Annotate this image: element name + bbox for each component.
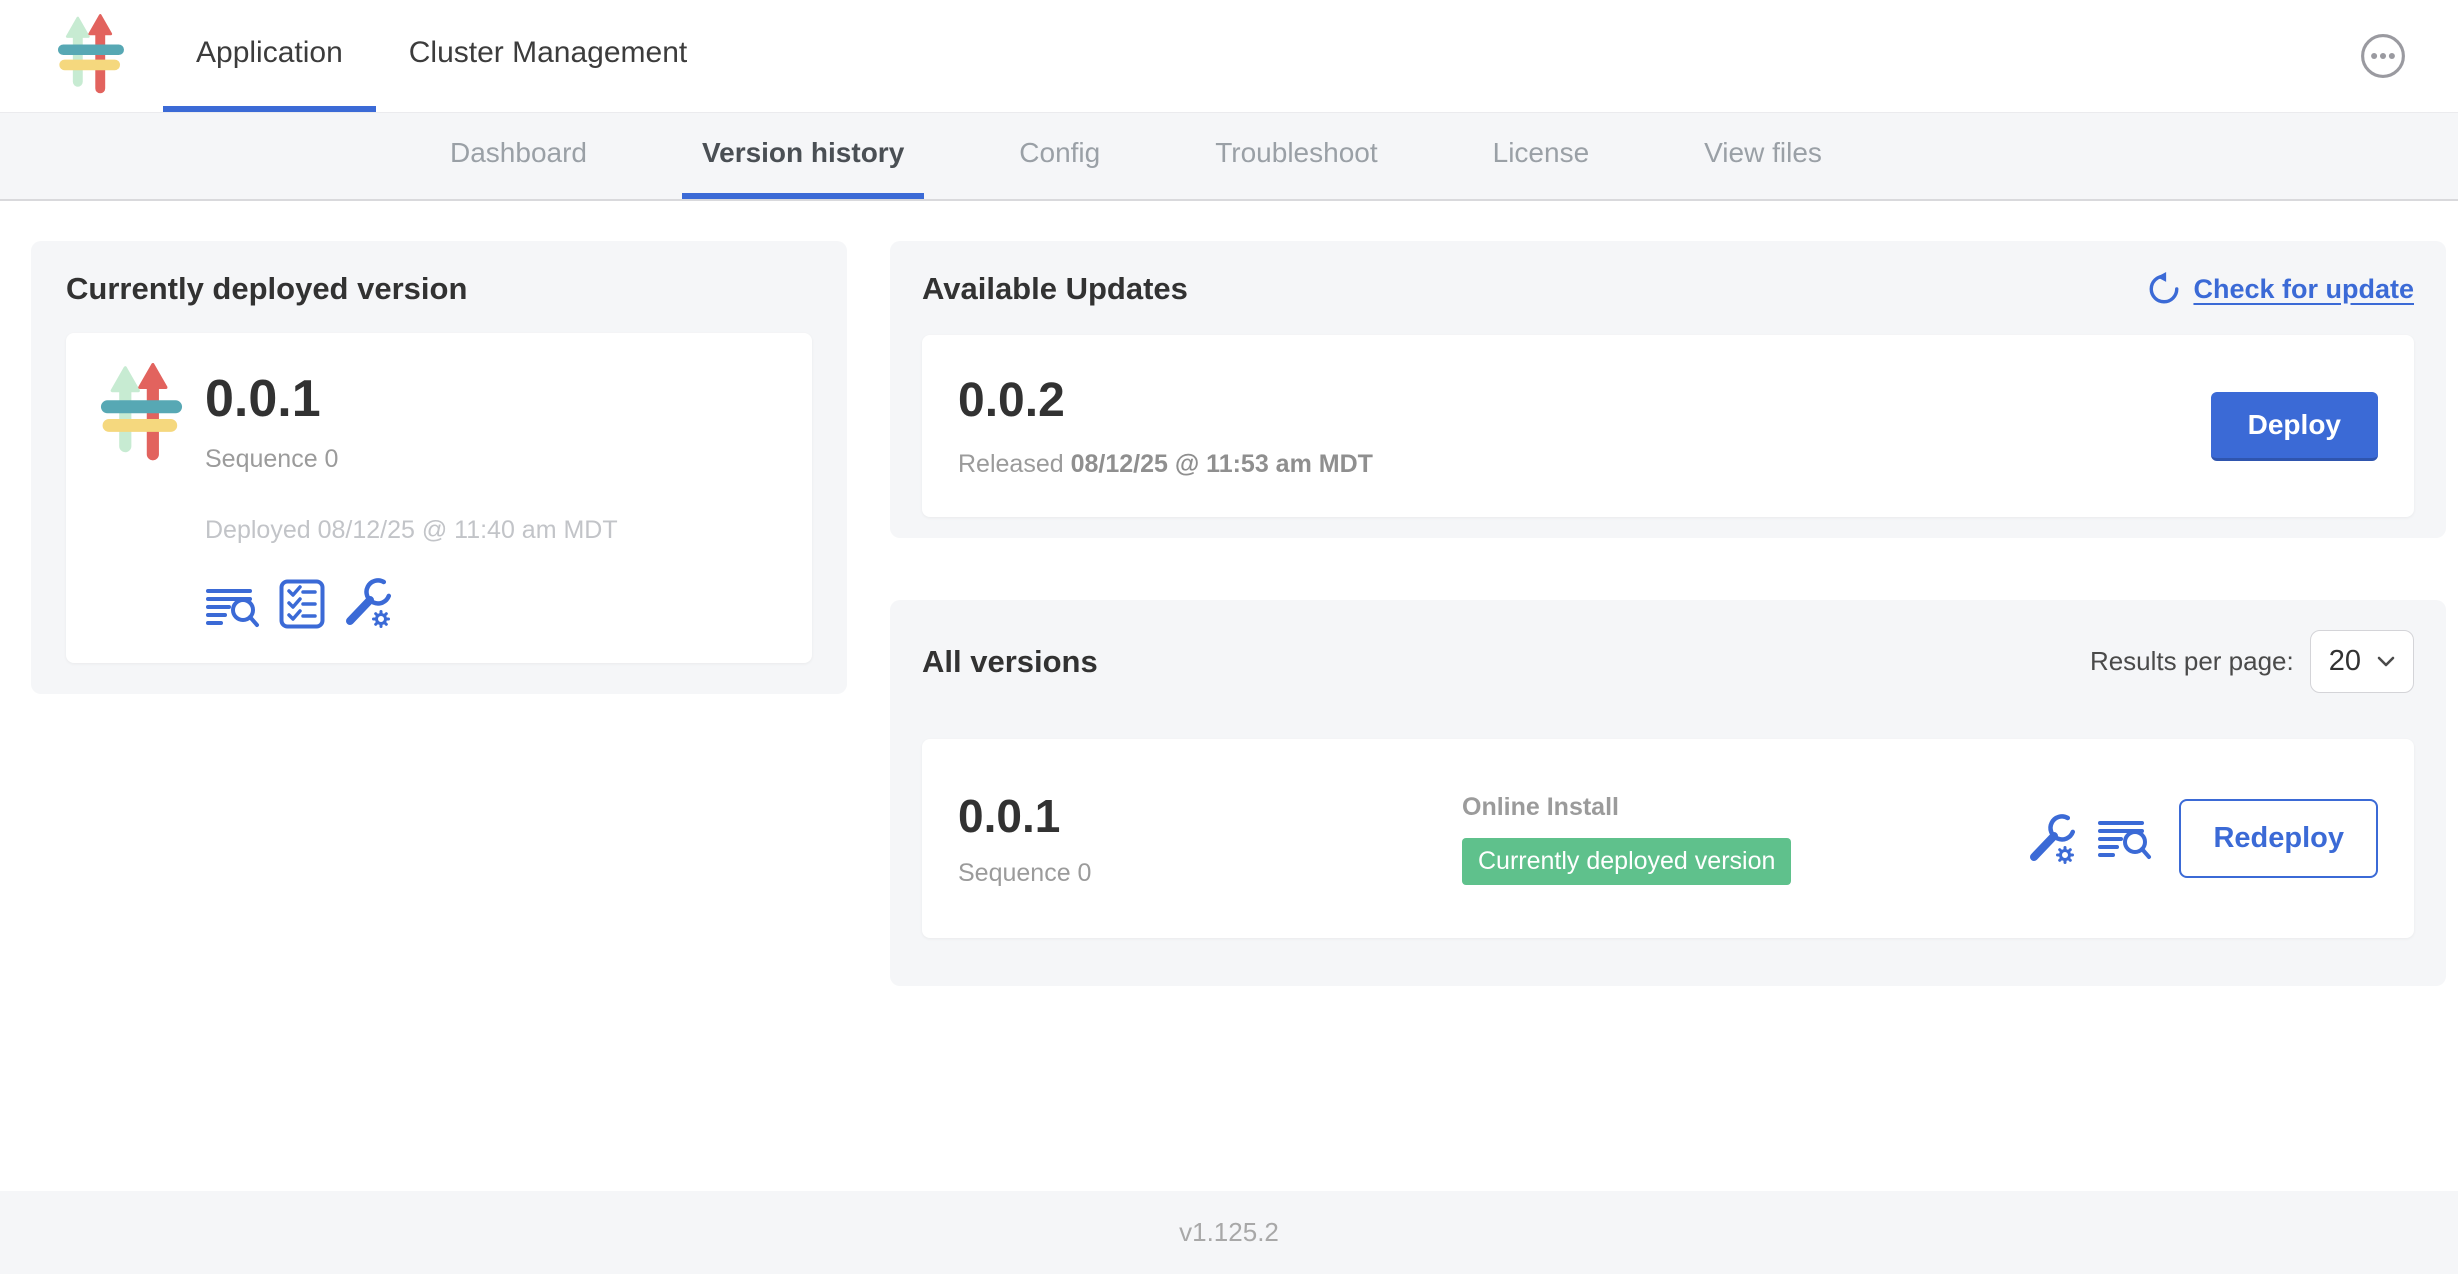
- currently-deployed-title: Currently deployed version: [66, 271, 812, 307]
- results-per-page: Results per page: 20: [2090, 630, 2414, 693]
- deployed-version-actions: [205, 577, 618, 629]
- row-install-block: Online Install Currently deployed versio…: [1462, 793, 2027, 885]
- results-per-page-select[interactable]: 20: [2310, 630, 2414, 693]
- main-content: Currently deployed version 0.0.1 Sequenc…: [0, 201, 2458, 1191]
- subnav-tab-license[interactable]: License: [1473, 113, 1610, 199]
- top-tab-application-label: Application: [196, 36, 343, 70]
- subnav-tab-license-label: License: [1493, 137, 1590, 169]
- update-details: 0.0.2 Released 08/12/25 @ 11:53 am MDT: [958, 373, 1373, 479]
- available-updates-title: Available Updates: [922, 271, 1188, 307]
- edit-config-icon[interactable]: [2027, 813, 2077, 865]
- update-released-timestamp: Released 08/12/25 @ 11:53 am MDT: [958, 450, 1373, 479]
- subnav-tab-config[interactable]: Config: [999, 113, 1120, 199]
- deployed-timestamp: Deployed 08/12/25 @ 11:40 am MDT: [205, 516, 618, 545]
- subnav-tab-view-files-label: View files: [1704, 137, 1822, 169]
- more-menu-button[interactable]: [2360, 33, 2406, 79]
- update-version-number: 0.0.2: [958, 373, 1373, 428]
- deployed-version-details: 0.0.1 Sequence 0 Deployed 08/12/25 @ 11:…: [205, 363, 618, 633]
- top-navigation-bar: Application Cluster Management: [0, 0, 2458, 113]
- all-versions-card: All versions Results per page: 20 0.0: [890, 600, 2446, 986]
- subnav-tab-config-label: Config: [1019, 137, 1100, 169]
- top-tab-cluster-management[interactable]: Cluster Management: [376, 0, 720, 112]
- row-actions: Redeploy: [2027, 799, 2378, 878]
- currently-deployed-badge: Currently deployed version: [1462, 838, 1791, 885]
- top-tab-cluster-management-label: Cluster Management: [409, 36, 687, 70]
- available-updates-card: Available Updates Check for update 0.0.2…: [890, 241, 2446, 538]
- deployed-version-number: 0.0.1: [205, 369, 618, 429]
- check-for-update-label: Check for update: [2193, 274, 2414, 305]
- released-date: 08/12/25 @ 11:53 am MDT: [1071, 450, 1373, 478]
- available-updates-header: Available Updates Check for update: [922, 271, 2414, 307]
- edit-config-icon[interactable]: [343, 577, 393, 629]
- app-logo-icon: [94, 363, 189, 466]
- check-for-update-link[interactable]: Check for update: [2147, 272, 2414, 306]
- view-logs-icon[interactable]: [205, 585, 261, 629]
- app-section-nav: Dashboard Version history Config Trouble…: [0, 113, 2458, 201]
- deploy-button[interactable]: Deploy: [2211, 392, 2378, 461]
- view-logs-icon[interactable]: [2097, 817, 2153, 861]
- version-row: 0.0.1 Sequence 0 Online Install Currentl…: [922, 739, 2414, 938]
- subnav-tab-version-history[interactable]: Version history: [682, 113, 924, 199]
- row-version-block: 0.0.1 Sequence 0: [958, 789, 1462, 888]
- top-tab-application[interactable]: Application: [163, 0, 376, 112]
- subnav-tab-troubleshoot-label: Troubleshoot: [1215, 137, 1377, 169]
- redeploy-button[interactable]: Redeploy: [2179, 799, 2378, 878]
- currently-deployed-card: Currently deployed version 0.0.1 Sequenc…: [31, 241, 847, 694]
- chevron-down-icon: [2377, 656, 2395, 668]
- all-versions-title: All versions: [922, 644, 1098, 680]
- subnav-tab-version-history-label: Version history: [702, 137, 904, 169]
- subnav-tab-view-files[interactable]: View files: [1684, 113, 1842, 199]
- subnav-tab-troubleshoot[interactable]: Troubleshoot: [1195, 113, 1397, 199]
- preflight-checks-icon[interactable]: [279, 579, 325, 629]
- row-version-number: 0.0.1: [958, 789, 1462, 843]
- results-per-page-label: Results per page:: [2090, 646, 2294, 677]
- right-column: Available Updates Check for update 0.0.2…: [890, 241, 2446, 986]
- admin-console-page: Application Cluster Management Dashboard…: [0, 0, 2458, 1274]
- results-per-page-value: 20: [2329, 645, 2361, 678]
- deployed-sequence-label: Sequence 0: [205, 445, 618, 474]
- row-sequence-label: Sequence 0: [958, 859, 1462, 888]
- refresh-icon: [2147, 272, 2181, 306]
- install-type-label: Online Install: [1462, 793, 2027, 822]
- released-prefix: Released: [958, 450, 1064, 478]
- subnav-tab-dashboard-label: Dashboard: [450, 137, 587, 169]
- console-version-label: v1.125.2: [1179, 1217, 1279, 1248]
- console-footer: v1.125.2: [0, 1191, 2458, 1274]
- update-row: 0.0.2 Released 08/12/25 @ 11:53 am MDT D…: [922, 335, 2414, 517]
- subnav-tab-dashboard[interactable]: Dashboard: [430, 113, 607, 199]
- all-versions-header: All versions Results per page: 20: [922, 630, 2414, 693]
- app-logo-icon: [58, 13, 124, 99]
- deployed-version-box: 0.0.1 Sequence 0 Deployed 08/12/25 @ 11:…: [66, 333, 812, 663]
